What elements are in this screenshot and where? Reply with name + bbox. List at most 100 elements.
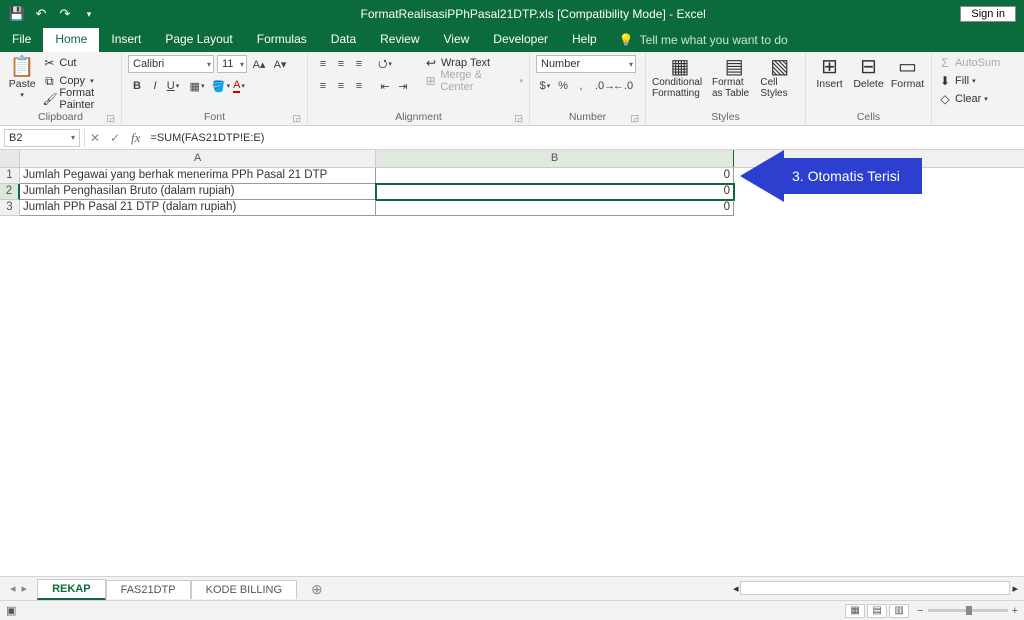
- cell-B1[interactable]: 0: [376, 168, 734, 184]
- cut-button[interactable]: ✂Cut: [42, 55, 115, 71]
- cancel-formula-button[interactable]: ✕: [85, 131, 105, 145]
- tab-insert[interactable]: Insert: [99, 28, 153, 52]
- col-header-A[interactable]: A: [20, 150, 376, 167]
- tab-file[interactable]: File: [0, 28, 43, 52]
- enter-formula-button[interactable]: ✓: [105, 131, 125, 145]
- accounting-button[interactable]: $: [536, 77, 554, 95]
- sheet-tab-fas21dtp[interactable]: FAS21DTP: [106, 580, 191, 599]
- number-format-combo[interactable]: Number: [536, 55, 636, 73]
- horizontal-scrollbar[interactable]: ◂ ▸: [733, 581, 1018, 595]
- chevron-left-icon[interactable]: ◂: [733, 582, 739, 595]
- underline-button[interactable]: U: [164, 77, 182, 95]
- decrease-indent-button[interactable]: ⇤: [376, 77, 394, 95]
- qat-dropdown-icon[interactable]: ▾: [78, 3, 100, 25]
- borders-button[interactable]: ▦: [188, 77, 206, 95]
- font-name-combo[interactable]: Calibri: [128, 55, 214, 73]
- insert-label: Insert: [816, 78, 842, 90]
- decrease-decimal-button[interactable]: ←.0: [614, 77, 632, 95]
- font-size-combo[interactable]: 11: [217, 55, 247, 73]
- cell-A2[interactable]: Jumlah Penghasilan Bruto (dalam rupiah): [20, 184, 376, 200]
- format-painter-button[interactable]: 🖌Format Painter: [42, 91, 115, 107]
- save-icon[interactable]: 💾: [6, 3, 28, 25]
- record-macro-icon[interactable]: ▣: [6, 604, 16, 617]
- row-header[interactable]: 1: [0, 168, 20, 184]
- align-center-button[interactable]: ≡: [332, 77, 350, 95]
- fill-button[interactable]: ⬇Fill▾: [938, 73, 1000, 89]
- col-header-B[interactable]: B: [376, 150, 734, 167]
- cell-B3[interactable]: 0: [376, 200, 734, 216]
- name-box[interactable]: B2: [4, 129, 80, 147]
- increase-decimal-button[interactable]: .0→: [596, 77, 614, 95]
- orientation-button[interactable]: ⭯: [376, 55, 394, 73]
- increase-indent-button[interactable]: ⇥: [394, 77, 412, 95]
- zoom-slider[interactable]: [928, 609, 1008, 612]
- chevron-right-icon[interactable]: ▸: [1012, 582, 1018, 595]
- cellstyles-label: Cell Styles: [760, 78, 799, 99]
- align-right-button[interactable]: ≡: [350, 77, 368, 95]
- undo-icon[interactable]: ↶: [30, 3, 52, 25]
- align-middle-button[interactable]: ≡: [332, 55, 350, 73]
- launcher-icon[interactable]: ◲: [514, 113, 523, 124]
- font-color-button[interactable]: A: [230, 77, 248, 95]
- sheet-nav[interactable]: ◂▸: [0, 582, 37, 595]
- insert-cells-button[interactable]: ⊞Insert: [812, 55, 847, 90]
- delete-cells-button[interactable]: ⊟Delete: [851, 55, 886, 90]
- sheet-tab-kodebilling[interactable]: KODE BILLING: [191, 580, 297, 599]
- paste-button[interactable]: 📋 Paste ▾: [6, 55, 38, 99]
- zoom-out-button[interactable]: −: [917, 605, 923, 617]
- cell-A1[interactable]: Jumlah Pegawai yang berhak menerima PPh …: [20, 168, 376, 184]
- format-cells-button[interactable]: ▭Format: [890, 55, 925, 90]
- fill-color-button[interactable]: 🪣: [212, 77, 230, 95]
- tab-review[interactable]: Review: [368, 28, 431, 52]
- merge-center-button[interactable]: ⊞Merge & Center▾: [424, 73, 523, 89]
- group-styles: ▦Conditional Formatting ▤Format as Table…: [646, 52, 806, 125]
- styles-group-label: Styles: [711, 111, 740, 123]
- tab-data[interactable]: Data: [319, 28, 368, 52]
- launcher-icon[interactable]: ◲: [630, 113, 639, 124]
- tab-formulas[interactable]: Formulas: [245, 28, 319, 52]
- tellme-search[interactable]: 💡 Tell me what you want to do: [609, 28, 798, 52]
- percent-button[interactable]: %: [554, 77, 572, 95]
- delete-label: Delete: [853, 78, 883, 90]
- scrollbar-track[interactable]: [740, 581, 1010, 595]
- select-all-corner[interactable]: [0, 150, 20, 167]
- italic-button[interactable]: I: [146, 77, 164, 95]
- increase-font-button[interactable]: A▴: [250, 55, 268, 73]
- launcher-icon[interactable]: ◲: [292, 113, 301, 124]
- view-pagebreak-button[interactable]: ▥: [889, 604, 909, 618]
- conditional-formatting-button[interactable]: ▦Conditional Formatting: [652, 55, 708, 99]
- chevron-left-icon[interactable]: ◂: [10, 582, 16, 595]
- view-normal-button[interactable]: ▦: [845, 604, 865, 618]
- format-as-table-button[interactable]: ▤Format as Table: [712, 55, 756, 99]
- tab-developer[interactable]: Developer: [481, 28, 560, 52]
- signin-button[interactable]: Sign in: [960, 6, 1016, 22]
- row-header[interactable]: 2: [0, 184, 20, 200]
- row-header[interactable]: 3: [0, 200, 20, 216]
- new-sheet-button[interactable]: ⊕: [297, 578, 337, 601]
- clear-button[interactable]: ◇Clear▾: [938, 91, 1000, 107]
- align-bottom-button[interactable]: ≡: [350, 55, 368, 73]
- formula-input[interactable]: =SUM(FAS21DTP!E:E): [146, 132, 1024, 144]
- fx-icon[interactable]: fx: [131, 130, 140, 146]
- tab-help[interactable]: Help: [560, 28, 609, 52]
- cell-A3[interactable]: Jumlah PPh Pasal 21 DTP (dalam rupiah): [20, 200, 376, 216]
- chevron-right-icon[interactable]: ▸: [22, 582, 28, 595]
- align-top-button[interactable]: ≡: [314, 55, 332, 73]
- sheet-tab-rekap[interactable]: REKAP: [37, 579, 106, 600]
- cell-styles-button[interactable]: ▧Cell Styles: [760, 55, 799, 99]
- view-pagelayout-button[interactable]: ▤: [867, 604, 887, 618]
- cell-B2[interactable]: 0: [376, 184, 734, 200]
- zoom-in-button[interactable]: +: [1012, 605, 1018, 617]
- comma-button[interactable]: ,: [572, 77, 590, 95]
- tab-pagelayout[interactable]: Page Layout: [153, 28, 244, 52]
- tab-view[interactable]: View: [432, 28, 482, 52]
- worksheet[interactable]: A B 1 Jumlah Pegawai yang berhak menerim…: [0, 150, 1024, 576]
- tab-home[interactable]: Home: [43, 28, 99, 52]
- redo-icon[interactable]: ↷: [54, 3, 76, 25]
- decrease-font-button[interactable]: A▾: [271, 55, 289, 73]
- launcher-icon[interactable]: ◲: [106, 113, 115, 124]
- align-left-button[interactable]: ≡: [314, 77, 332, 95]
- bold-button[interactable]: B: [128, 77, 146, 95]
- zoom-control[interactable]: − +: [917, 605, 1018, 617]
- autosum-button[interactable]: ΣAutoSum: [938, 55, 1000, 71]
